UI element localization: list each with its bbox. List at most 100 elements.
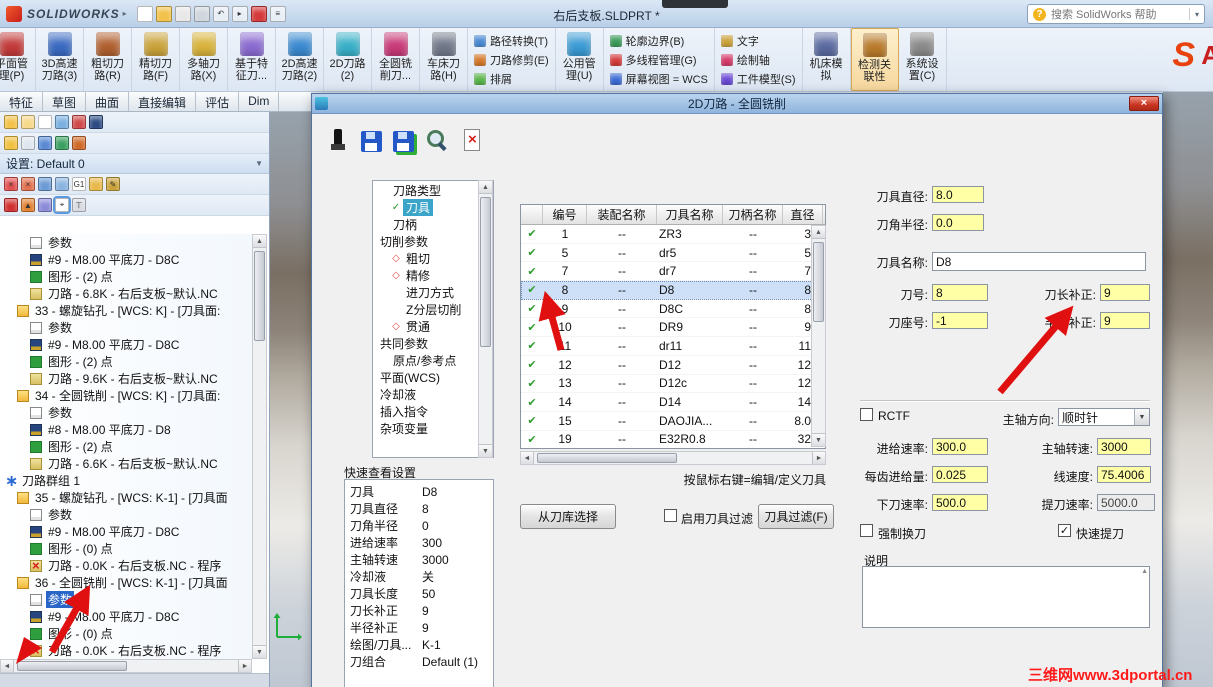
corner-radius-field[interactable]: 0.0 bbox=[932, 214, 984, 231]
scroll-left-icon[interactable]: ◄ bbox=[1, 660, 14, 672]
route-icon[interactable] bbox=[38, 198, 52, 212]
new-document-icon[interactable] bbox=[136, 5, 153, 22]
dialog-tree-item[interactable]: ◇ 精修 bbox=[373, 267, 493, 284]
scroll-up-icon[interactable]: ▲ bbox=[812, 226, 825, 239]
probe-icon[interactable] bbox=[326, 128, 350, 152]
goto-depth-icon[interactable] bbox=[89, 177, 103, 191]
enable-tool-filter-checkbox[interactable] bbox=[664, 509, 677, 522]
ribbon-item-screen-view-icon[interactable]: 屏幕视图 = WCS bbox=[609, 71, 708, 87]
scroll-up-icon[interactable]: ▲ bbox=[253, 235, 266, 248]
commandmanager-tab[interactable]: 曲面 bbox=[86, 92, 130, 111]
ribbon-button-check-associativity-icon[interactable]: 检测关 联性 bbox=[850, 28, 899, 91]
plunge-rate-field[interactable]: 500.0 bbox=[932, 494, 988, 511]
save-as-icon[interactable] bbox=[393, 130, 414, 152]
ribbon-item-toolpath-trim-icon[interactable]: 刀路修剪(E) bbox=[474, 52, 549, 68]
radius-offset-field[interactable]: 9 bbox=[1100, 312, 1150, 329]
edit-icon[interactable]: ✎ bbox=[106, 177, 120, 191]
scroll-down-icon[interactable]: ▼ bbox=[479, 444, 492, 457]
ribbon-button-common-manage-icon[interactable]: 公用管 理(U) bbox=[556, 28, 604, 91]
publish-icon[interactable] bbox=[174, 5, 191, 22]
dialog-tree-item[interactable]: ◇ 贯通 bbox=[373, 318, 493, 335]
seat-number-field[interactable]: -1 bbox=[932, 312, 988, 329]
column-header[interactable]: 刀具名称 bbox=[657, 205, 723, 224]
book-icon[interactable] bbox=[89, 115, 103, 129]
rapid-retract-checkbox[interactable]: ✓ bbox=[1058, 524, 1071, 537]
tool-table-row[interactable]: ✔1--ZR3--3.0 bbox=[521, 225, 825, 244]
rctf-checkbox[interactable] bbox=[860, 408, 873, 421]
dialog-tree-item[interactable]: ✓ 刀具 bbox=[373, 199, 493, 216]
tee-icon[interactable]: ⊤ bbox=[72, 198, 86, 212]
feature-tree-item[interactable]: #9 - M8.00 平底刀 - D8C bbox=[0, 251, 252, 268]
ribbon-item-stock-model-icon[interactable]: 工件模型(S) bbox=[720, 71, 796, 87]
feature-tree-item[interactable]: 刀路 - 6.6K - 右后支板~默认.NC bbox=[0, 455, 252, 472]
commandmanager-tab[interactable]: 特征 bbox=[0, 92, 44, 111]
dialog-tree-item[interactable]: 冷却液 bbox=[373, 386, 493, 403]
print-preview-icon[interactable] bbox=[193, 5, 210, 22]
tool-table-row[interactable]: ✔ 15 -- DAOJIA... -- 8.0... bbox=[521, 412, 825, 431]
magnifier-icon[interactable] bbox=[425, 128, 449, 152]
brand-menu-arrow-icon[interactable]: ▸ bbox=[123, 9, 127, 18]
tool-table-row[interactable]: ✔ 14 -- D14 -- 14.0 bbox=[521, 393, 825, 412]
up-arrow-icon[interactable]: ▲ bbox=[21, 198, 35, 212]
feature-tree-item[interactable]: 图形 - (2) 点 bbox=[0, 353, 252, 370]
ribbon-button-plane-manage-icon[interactable]: 平面管理(P) bbox=[0, 28, 36, 91]
ribbon-item-draw-axis-icon[interactable]: 绘制轴 bbox=[720, 52, 796, 68]
g1-code-icon[interactable]: G1 bbox=[72, 177, 86, 191]
feed-rate-field[interactable]: 300.0 bbox=[932, 438, 988, 455]
tree-horizontal-scrollbar[interactable]: ◄ ► bbox=[0, 659, 252, 673]
feature-tree-item[interactable]: 34 - 全圆铣削 - [WCS: K] - [刀具面: bbox=[0, 387, 252, 404]
feature-tree-item[interactable]: 刀路 - 0.0K - 右后支板.NC - 程序 bbox=[0, 642, 252, 659]
help-search-input[interactable]: ? 搜索 SolidWorks 帮助 ▾ bbox=[1027, 4, 1205, 24]
ribbon-button-system-settings-icon[interactable]: 系统设 置(C) bbox=[899, 28, 947, 91]
tool-filter-button[interactable]: 刀具过滤(F) bbox=[758, 504, 834, 529]
tool-table-row[interactable]: ✔5--dr5--5.0 bbox=[521, 244, 825, 263]
dialog-tree-item[interactable]: 杂项变量 bbox=[373, 420, 493, 437]
tool-table-row[interactable]: ✔ 13 -- D12c -- 12.0 bbox=[521, 375, 825, 394]
spindle-speed-field[interactable]: 3000 bbox=[1097, 438, 1151, 455]
scroll-up-icon[interactable]: ▲ bbox=[479, 181, 492, 194]
undo-icon[interactable]: ↶ bbox=[212, 5, 229, 22]
scroll-right-icon[interactable]: ► bbox=[238, 660, 251, 672]
tool-table-row[interactable]: ✔ 11 -- dr11 -- 11.0 bbox=[521, 337, 825, 356]
dialog-tree-item[interactable]: 插入指令 bbox=[373, 403, 493, 420]
feature-tree-item[interactable]: 图形 - (2) 点 bbox=[0, 438, 252, 455]
graphics-viewport-right[interactable] bbox=[1163, 92, 1213, 687]
close-button[interactable]: × bbox=[1129, 96, 1159, 111]
commandmanager-tab[interactable]: 评估 bbox=[196, 92, 240, 111]
close-doc-icon[interactable] bbox=[460, 128, 484, 152]
save-icon[interactable] bbox=[361, 130, 382, 152]
feature-tree-item[interactable]: 33 - 螺旋钻孔 - [WCS: K] - [刀具面: bbox=[0, 302, 252, 319]
feature-tree-item[interactable]: 图形 - (2) 点 bbox=[0, 268, 252, 285]
dialog-tree-item[interactable]: 切削参数 bbox=[373, 233, 493, 250]
ribbon-button-path-2d-icon[interactable]: 2D刀路 (2) bbox=[324, 28, 372, 91]
dialog-tree-item[interactable]: 进刀方式 bbox=[373, 284, 493, 301]
scrollbar-thumb[interactable] bbox=[537, 453, 677, 463]
feature-tree-item[interactable]: #9 - M8.00 平底刀 - D8C bbox=[0, 336, 252, 353]
length-offset-field[interactable]: 9 bbox=[1100, 284, 1150, 301]
scrollbar-thumb[interactable] bbox=[813, 242, 824, 322]
globe-icon[interactable] bbox=[55, 136, 69, 150]
stop-icon[interactable] bbox=[4, 198, 18, 212]
color-wheel-icon[interactable] bbox=[72, 115, 86, 129]
record-icon[interactable] bbox=[250, 5, 267, 22]
column-header[interactable]: 装配名称 bbox=[587, 205, 657, 224]
scrollbar-thumb[interactable] bbox=[480, 197, 491, 347]
ribbon-item-multithread-icon[interactable]: 多线程管理(G) bbox=[609, 52, 708, 68]
ribbon-button-feature-based-icon[interactable]: 基于特 征刀... bbox=[228, 28, 276, 91]
feature-tree-item[interactable]: #9 - M8.00 平底刀 - D8C bbox=[0, 523, 252, 540]
scrollbar-thumb[interactable] bbox=[17, 661, 127, 671]
feature-tree-item[interactable]: 36 - 全圆铣削 - [WCS: K-1] - [刀具面 bbox=[0, 574, 252, 591]
feature-tree-item[interactable]: 刀路群组 1 bbox=[0, 471, 252, 491]
dialog-tree-item[interactable]: 原点/参考点 bbox=[373, 352, 493, 369]
feature-tree-item[interactable]: #9 - M8.00 平底刀 - D8C bbox=[0, 608, 252, 625]
filter-clear-icon[interactable] bbox=[55, 177, 69, 191]
scroll-left-icon[interactable]: ◄ bbox=[521, 452, 534, 464]
dialog-tree-item[interactable]: 刀柄 bbox=[373, 216, 493, 233]
feature-tree-item[interactable]: 参数 bbox=[0, 591, 252, 608]
column-header[interactable]: 编号 bbox=[543, 205, 587, 224]
ribbon-button-lathe-path-icon[interactable]: 车床刀 路(H) bbox=[420, 28, 468, 91]
scrollbar-thumb[interactable] bbox=[254, 251, 265, 341]
ribbon-button-machine-sim-icon[interactable]: 机床模拟 bbox=[803, 28, 851, 91]
from-tool-library-button[interactable]: 从刀库选择 bbox=[520, 504, 616, 529]
table-horizontal-scrollbar[interactable]: ◄ ► bbox=[520, 451, 826, 465]
